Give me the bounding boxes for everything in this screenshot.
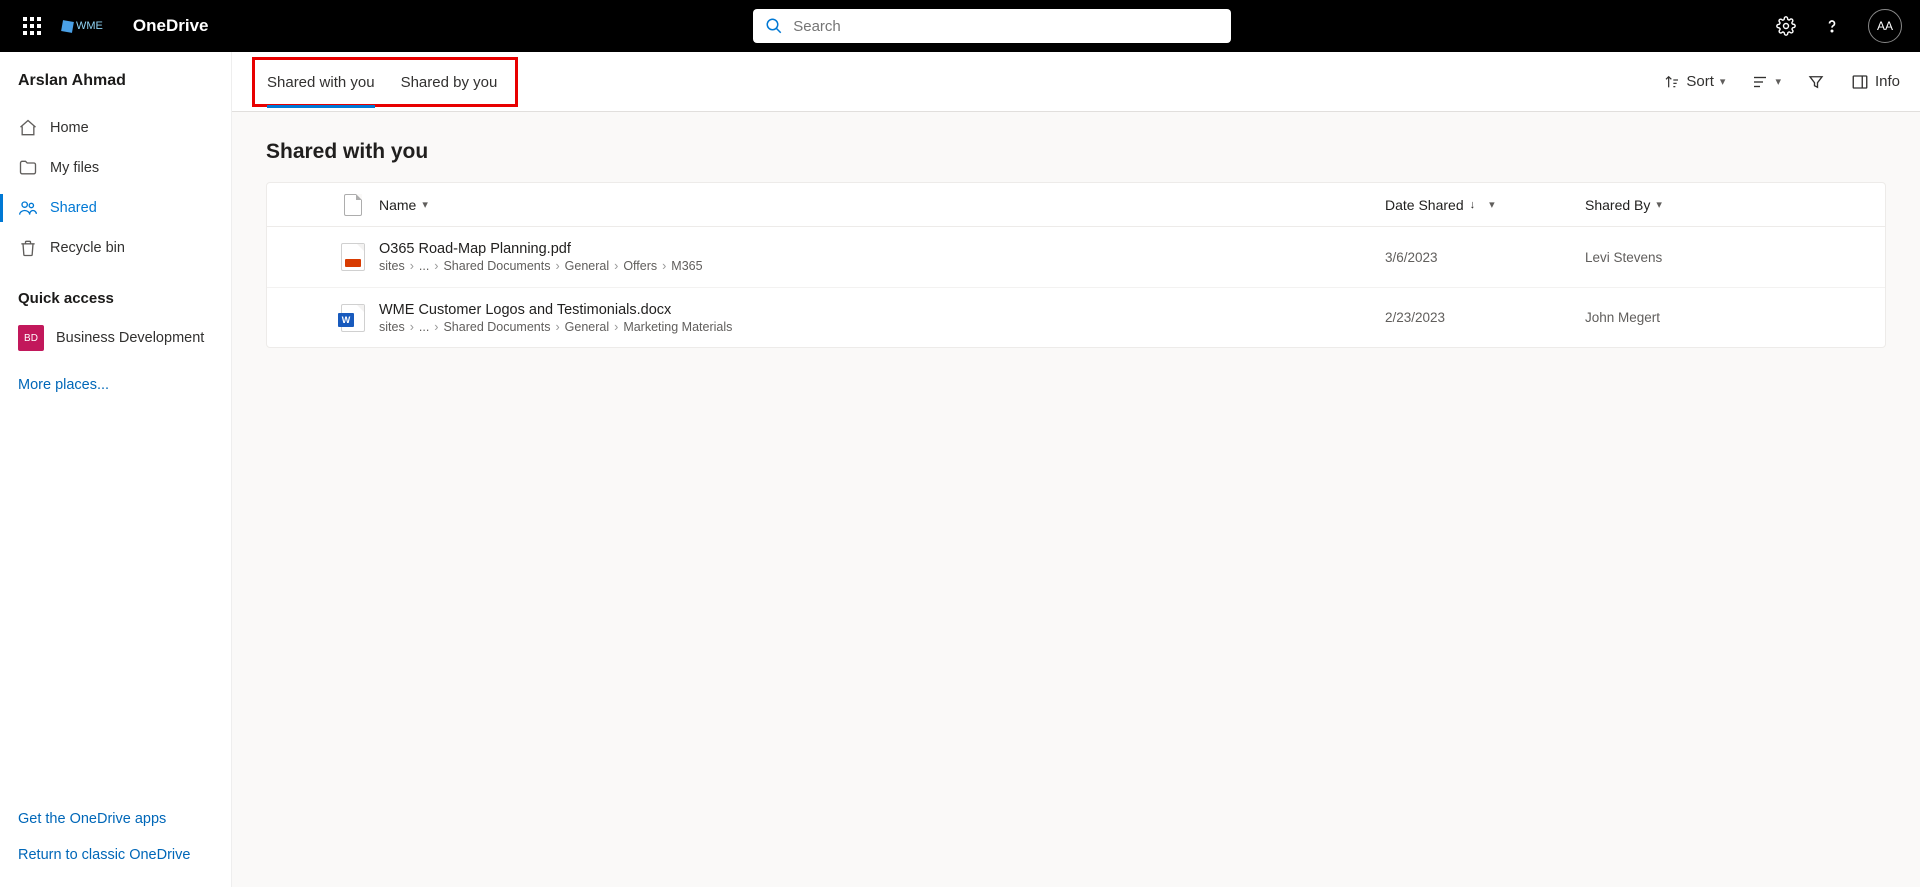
pdf-file-icon (341, 243, 365, 271)
nav-recycle-bin[interactable]: Recycle bin (0, 228, 231, 268)
waffle-launcher[interactable] (12, 17, 52, 35)
file-path[interactable]: sites›...›Shared Documents›General›Offer… (379, 259, 1385, 273)
quick-access-title: Quick access (0, 290, 231, 319)
shared-by-cell: Levi Stevens (1585, 250, 1885, 265)
nav-home[interactable]: Home (0, 108, 231, 148)
gear-icon (1776, 16, 1796, 36)
tab-highlight-annotation: Shared with you Shared by you (252, 57, 518, 107)
table-row[interactable]: W WME Customer Logos and Testimonials.doc… (267, 287, 1885, 347)
page-title: Shared with you (232, 112, 1920, 182)
nav-label: Recycle bin (50, 240, 125, 256)
app-name[interactable]: OneDrive (133, 16, 209, 36)
search-input[interactable] (793, 18, 1219, 35)
column-date-shared[interactable]: Date Shared ↓ ▾ (1385, 197, 1585, 213)
chevron-down-icon: ▾ (422, 198, 428, 211)
home-icon (18, 118, 38, 138)
waffle-icon (23, 17, 41, 35)
file-type-column-icon[interactable] (344, 194, 362, 216)
column-shared-by[interactable]: Shared By ▾ (1585, 197, 1885, 213)
nav-my-files[interactable]: My files (0, 148, 231, 188)
filter-icon (1807, 73, 1825, 91)
table-header: Name ▾ Date Shared ↓ ▾ Shared By ▾ (267, 183, 1885, 227)
column-name[interactable]: Name ▾ (379, 197, 1385, 213)
folder-icon (18, 158, 38, 178)
sidebar: Arslan Ahmad Home My files Shared Recycl… (0, 52, 232, 887)
chevron-down-icon: ▾ (1720, 75, 1726, 88)
trash-icon (18, 238, 38, 258)
column-shared-by-label: Shared By (1585, 197, 1650, 213)
file-path[interactable]: sites›...›Shared Documents›General›Marke… (379, 320, 1385, 334)
quick-access-item[interactable]: BD Business Development (0, 319, 231, 357)
avatar-initials: AA (1877, 19, 1893, 33)
view-options-button[interactable]: ▾ (1751, 73, 1781, 91)
search-box[interactable] (753, 9, 1231, 43)
sort-button[interactable]: Sort ▾ (1664, 73, 1725, 90)
list-view-icon (1751, 73, 1769, 91)
sort-icon (1664, 74, 1680, 90)
people-icon (18, 198, 38, 218)
shared-by-cell: John Megert (1585, 310, 1885, 325)
help-icon (1822, 16, 1842, 36)
app-header: WME OneDrive AA (0, 0, 1920, 52)
quick-access-label: Business Development (56, 330, 204, 346)
tab-shared-by-you[interactable]: Shared by you (391, 56, 508, 108)
info-button[interactable]: Info (1851, 73, 1900, 91)
column-name-label: Name (379, 197, 416, 213)
info-panel-icon (1851, 73, 1869, 91)
help-button[interactable] (1822, 16, 1842, 36)
tenant-logo-icon (61, 20, 74, 33)
tenant-logo[interactable]: WME (62, 20, 103, 32)
word-file-icon: W (341, 304, 365, 332)
chevron-down-icon: ▾ (1775, 75, 1781, 88)
tabs-bar: Shared with you Shared by you Sort ▾ ▾ (232, 52, 1920, 112)
more-places-link[interactable]: More places... (0, 367, 231, 403)
info-label: Info (1875, 73, 1900, 90)
nav-label: My files (50, 160, 99, 176)
tab-shared-with-you[interactable]: Shared with you (257, 56, 385, 108)
filter-button[interactable] (1807, 73, 1825, 91)
file-table: Name ▾ Date Shared ↓ ▾ Shared By ▾ O365 … (266, 182, 1886, 348)
table-row[interactable]: O365 Road-Map Planning.pdf sites›...›Shar… (267, 227, 1885, 287)
tenant-logo-text: WME (76, 20, 103, 32)
sort-label: Sort (1686, 73, 1714, 90)
file-name[interactable]: WME Customer Logos and Testimonials.docx (379, 302, 1385, 318)
classic-onedrive-link[interactable]: Return to classic OneDrive (0, 837, 231, 873)
account-avatar[interactable]: AA (1868, 9, 1902, 43)
sidebar-user-name: Arslan Ahmad (0, 72, 231, 108)
nav-label: Shared (50, 200, 97, 216)
nav-label: Home (50, 120, 89, 136)
nav-shared[interactable]: Shared (0, 188, 231, 228)
settings-button[interactable] (1776, 16, 1796, 36)
get-apps-link[interactable]: Get the OneDrive apps (0, 801, 231, 837)
main-content: Shared with you Shared by you Sort ▾ ▾ (232, 52, 1920, 887)
chevron-down-icon: ▾ (1656, 198, 1662, 211)
date-shared-cell: 2/23/2023 (1385, 310, 1585, 325)
sort-descending-icon: ↓ (1470, 199, 1476, 211)
date-shared-cell: 3/6/2023 (1385, 250, 1585, 265)
chevron-down-icon: ▾ (1489, 198, 1495, 211)
file-name[interactable]: O365 Road-Map Planning.pdf (379, 241, 1385, 257)
search-icon (765, 17, 783, 35)
quick-access-badge: BD (18, 325, 44, 351)
column-date-label: Date Shared (1385, 197, 1464, 213)
